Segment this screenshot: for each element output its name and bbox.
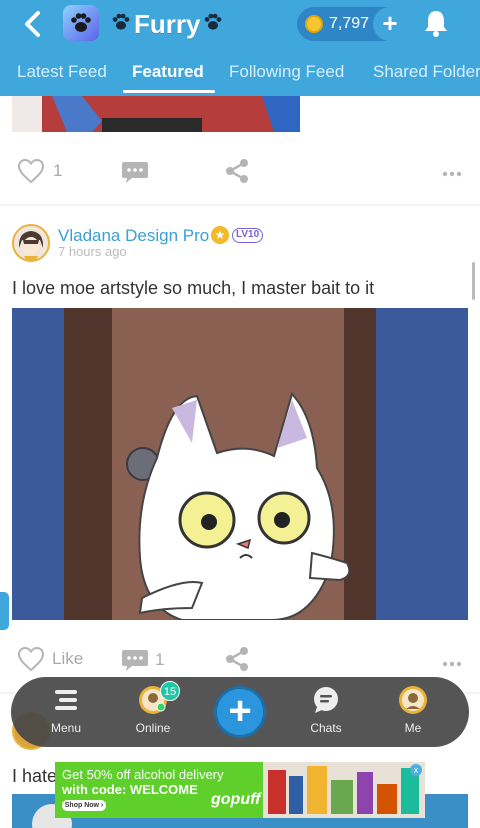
ad-headline: Get 50% off alcohol delivery <box>62 767 224 782</box>
add-coins-button[interactable]: + <box>373 7 407 41</box>
more-options-button[interactable] <box>442 160 462 183</box>
feed-post: 1 <box>0 96 480 204</box>
like-button[interactable]: Like <box>17 646 83 672</box>
coin-balance[interactable]: 7,797 + <box>297 7 407 41</box>
top-bar: Furry 7,797 + <box>0 0 480 50</box>
share-button[interactable] <box>224 158 250 184</box>
back-button[interactable] <box>20 10 46 38</box>
chat-icon <box>311 685 341 715</box>
share-button[interactable] <box>224 646 250 672</box>
author-name[interactable]: Vladana Design Pro <box>58 226 209 246</box>
feed-post: Vladana Design Pro ★ LV10 7 hours ago I … <box>0 206 480 692</box>
post-image[interactable] <box>12 96 300 132</box>
comment-button[interactable]: 1 <box>121 648 164 672</box>
tab-shared-folder[interactable]: Shared Folder <box>373 62 480 82</box>
side-drawer-handle[interactable] <box>0 592 9 630</box>
scrollbar[interactable] <box>472 262 475 300</box>
post-timestamp: 7 hours ago <box>58 244 127 259</box>
comment-button[interactable] <box>121 160 149 184</box>
compose-button[interactable]: + <box>214 686 266 738</box>
post-image[interactable] <box>12 308 468 620</box>
nav-me[interactable]: Me <box>378 685 448 735</box>
ad-brand-logo: gopuff <box>211 791 261 808</box>
like-count: 1 <box>53 161 63 180</box>
nav-me-label: Me <box>404 721 422 735</box>
level-badge: LV10 <box>232 228 264 243</box>
profile-avatar-icon <box>398 685 428 715</box>
paw-icon <box>110 11 132 38</box>
bell-icon <box>425 11 447 37</box>
coin-count: 7,797 <box>329 15 370 32</box>
nav-online-label: Online <box>135 721 171 735</box>
like-button[interactable]: 1 <box>17 158 62 184</box>
share-icon <box>226 159 248 183</box>
paw-icon <box>71 13 91 32</box>
post-actions: Like 1 <box>0 638 480 678</box>
like-label: Like <box>52 649 84 668</box>
post-text[interactable]: I hate <box>12 766 57 787</box>
notifications-button[interactable] <box>422 8 450 38</box>
chevron-left-icon <box>25 11 40 37</box>
nav-chats[interactable]: Chats <box>291 685 361 735</box>
more-options-button[interactable] <box>442 650 462 673</box>
community-name: Furry <box>134 8 201 39</box>
online-count-badge: 15 <box>160 681 180 701</box>
post-text[interactable]: I love moe artstyle so much, I master ba… <box>12 278 374 299</box>
ad-close-button[interactable]: x <box>410 764 422 776</box>
tab-following-feed[interactable]: Following Feed <box>229 62 344 82</box>
nav-menu-label: Menu <box>50 721 82 735</box>
app-header: Furry 7,797 + Latest Feed Featured Follo… <box>0 0 480 96</box>
nav-menu[interactable]: Menu <box>31 685 101 735</box>
paw-icon <box>202 11 224 38</box>
feed-tabs: Latest Feed Featured Following Feed Shar… <box>0 52 480 96</box>
tab-featured[interactable]: Featured <box>132 62 204 82</box>
comment-count: 1 <box>155 650 165 669</box>
community-icon[interactable] <box>63 5 99 41</box>
coin-icon <box>305 15 323 33</box>
ad-shop-now-button[interactable]: Shop Now › <box>62 800 106 811</box>
author-avatar[interactable] <box>12 224 50 262</box>
more-icon <box>442 661 462 667</box>
share-icon <box>226 647 248 671</box>
bottom-nav: Menu 15 Online + Chats Me <box>11 677 469 747</box>
comment-icon <box>122 162 148 183</box>
heart-icon <box>17 158 45 184</box>
active-tab-indicator <box>123 90 215 93</box>
post-actions: 1 <box>0 152 480 192</box>
heart-icon <box>17 646 45 672</box>
ad-promo-code: with code: WELCOME <box>62 782 198 797</box>
community-title[interactable]: Furry <box>108 7 226 41</box>
ad-banner[interactable]: Get 50% off alcohol delivery with code: … <box>55 762 425 818</box>
more-icon <box>442 171 462 177</box>
menu-icon <box>51 685 81 715</box>
tab-latest-feed[interactable]: Latest Feed <box>17 62 107 82</box>
nav-online[interactable]: 15 Online <box>118 681 188 735</box>
ad-image <box>263 762 425 818</box>
comment-icon <box>122 650 148 671</box>
star-badge-icon: ★ <box>211 226 229 244</box>
nav-chats-label: Chats <box>310 721 342 735</box>
